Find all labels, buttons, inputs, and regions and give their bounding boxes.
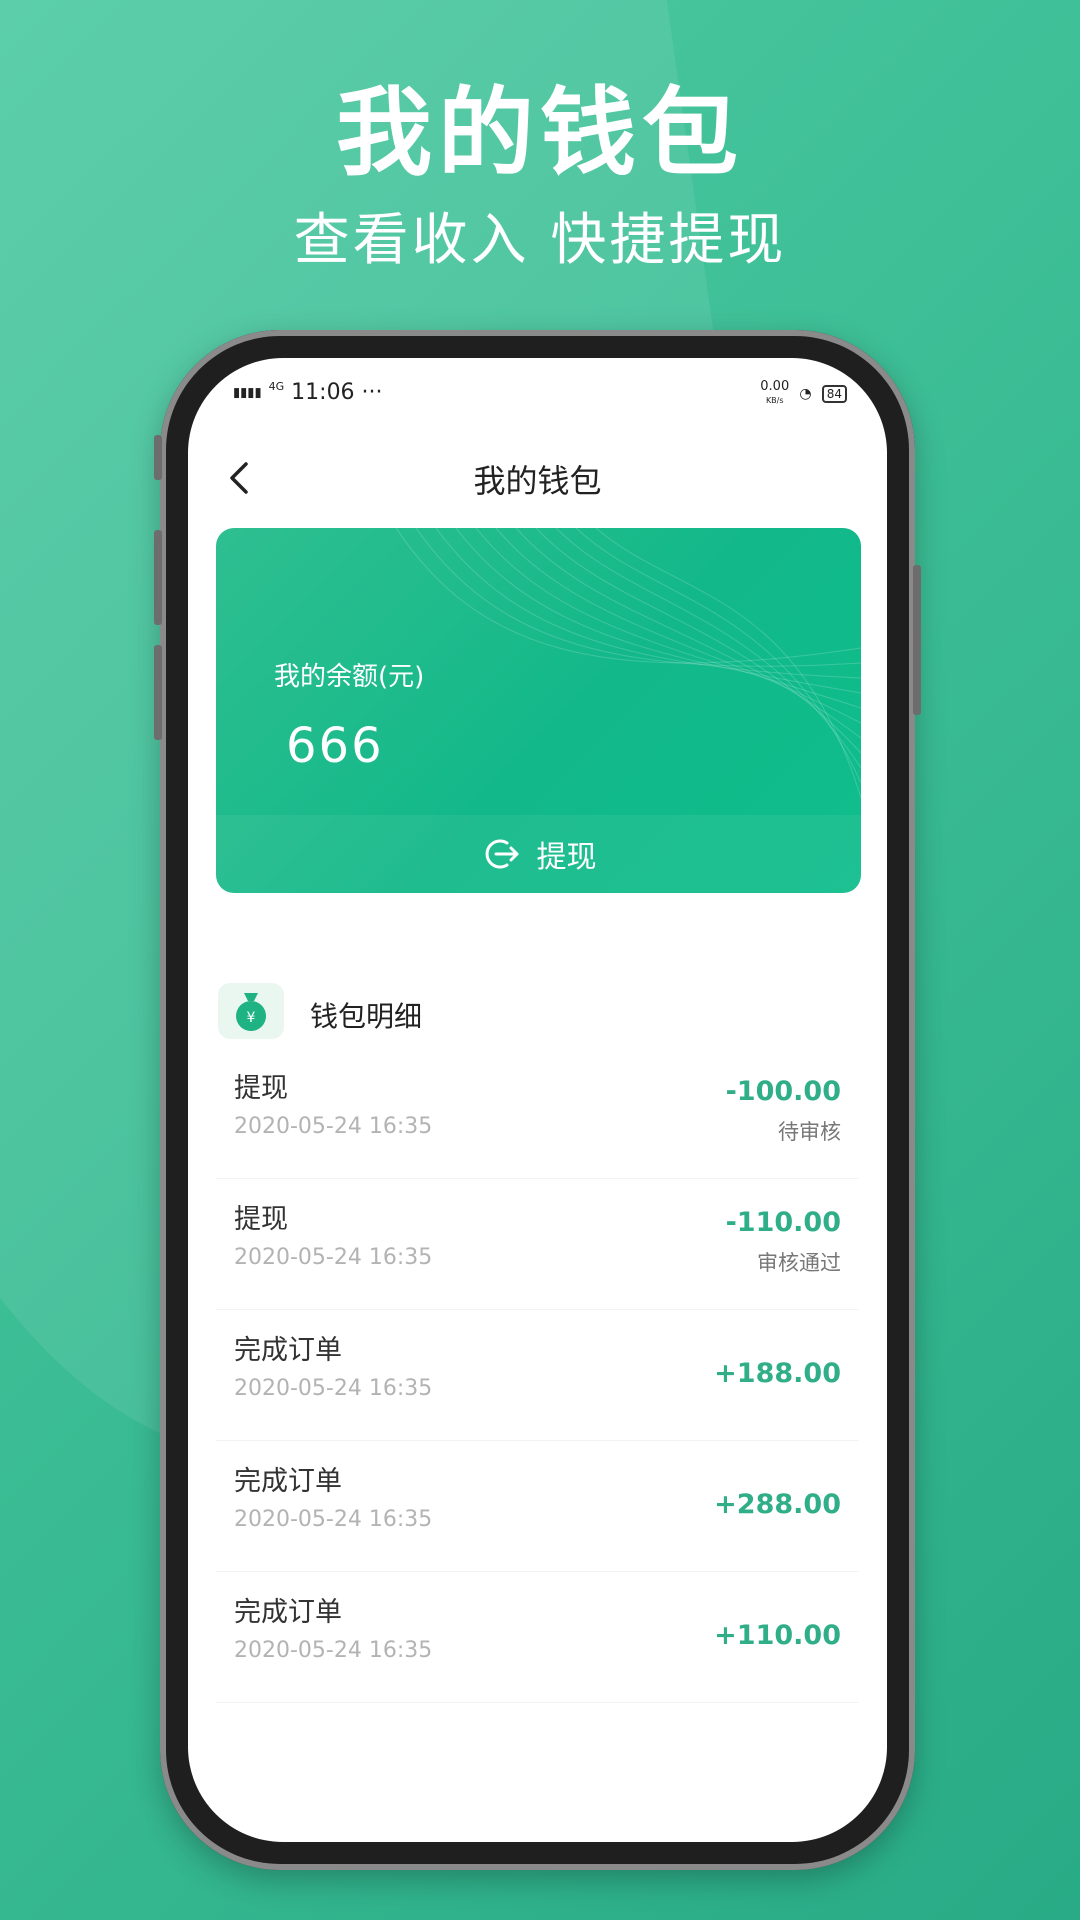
signal-label: 4G [268,380,285,393]
transaction-name: 完成订单 [234,1466,342,1497]
promo-title: 我的钱包 [336,77,744,189]
transaction-time: 2020-05-24 16:35 [234,1114,433,1139]
transaction-amount: -110.00 [725,1207,841,1238]
section-title: 钱包明细 [310,1000,423,1033]
transaction-row[interactable]: 完成订单 2020-05-24 16:35 +110.00 [216,1572,859,1703]
status-right: 0.00 KB/s ◔ 84 [760,380,847,408]
wifi-icon: ◔ [799,386,812,402]
transaction-time: 2020-05-24 16:35 [234,1376,433,1401]
volume-down-button [154,645,162,740]
volume-up-button [154,530,162,625]
transaction-list: 提现 2020-05-24 16:35 -100.00 待审核 提现 2020-… [188,1048,887,1703]
page-title: 我的钱包 [473,462,602,500]
promo-subtitle: 查看收入 快捷提现 [293,208,787,273]
signal-icon: ▮▮▮▮ [233,385,262,401]
transaction-amount: -100.00 [725,1076,841,1107]
withdraw-button[interactable]: 提现 [216,815,861,893]
network-speed-unit: KB/s [765,396,784,405]
withdraw-label: 提现 [536,840,597,875]
mute-switch [154,435,162,480]
status-time: 11:06 ··· [291,380,383,405]
nav-bar: 我的钱包 [188,438,887,518]
transaction-amount: +188.00 [714,1358,841,1389]
balance-card: 我的余额(元) 666 提现 [216,528,861,893]
power-button [913,565,921,715]
transaction-time: 2020-05-24 16:35 [234,1638,433,1663]
transaction-row[interactable]: 提现 2020-05-24 16:35 -100.00 待审核 [216,1048,859,1179]
transaction-row[interactable]: 完成订单 2020-05-24 16:35 +288.00 [216,1441,859,1572]
phone-frame: ▮▮▮▮ 4G 11:06 ··· 0.00 KB/s ◔ 84 我的钱包 我的… [154,330,921,1870]
transaction-row[interactable]: 提现 2020-05-24 16:35 -110.00 审核通过 [216,1179,859,1310]
transaction-amount: +110.00 [714,1620,841,1651]
balance-label: 我的余额(元) [274,662,425,692]
logout-arrow-icon [485,839,518,869]
transaction-amount: +288.00 [714,1489,841,1520]
transaction-name: 提现 [234,1073,288,1104]
status-left: ▮▮▮▮ 4G 11:06 ··· [233,380,383,405]
transaction-time: 2020-05-24 16:35 [234,1507,433,1532]
status-bar: ▮▮▮▮ 4G 11:06 ··· 0.00 KB/s ◔ 84 [233,380,847,410]
balance-amount: 666 [286,718,384,774]
phone-screen: ▮▮▮▮ 4G 11:06 ··· 0.00 KB/s ◔ 84 我的钱包 我的… [188,358,887,1842]
svg-text:¥: ¥ [247,1010,256,1026]
battery-icon: 84 [821,385,847,403]
transaction-name: 完成订单 [234,1597,342,1628]
transaction-name: 提现 [234,1204,288,1235]
transaction-status: 审核通过 [757,1251,841,1275]
transaction-name: 完成订单 [234,1335,342,1366]
transaction-time: 2020-05-24 16:35 [234,1245,433,1270]
transaction-row[interactable]: 完成订单 2020-05-24 16:35 +188.00 [216,1310,859,1441]
wallet-details-header: ¥ 钱包明细 [218,983,858,1043]
money-bag-icon: ¥ [218,983,284,1039]
transaction-status: 待审核 [778,1120,841,1144]
network-speed: 0.00 [760,379,790,394]
